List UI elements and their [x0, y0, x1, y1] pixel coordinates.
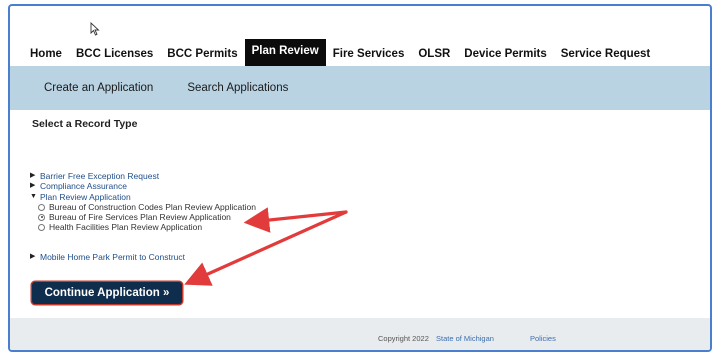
page-title: Select a Record Type [32, 118, 138, 130]
subnav-create-application[interactable]: Create an Application [44, 82, 153, 94]
triangle-right-icon: ▶ [30, 253, 36, 260]
nav-service-request[interactable]: Service Request [554, 42, 658, 66]
option-label: Bureau of Fire Services Plan Review Appl… [49, 212, 231, 223]
continue-application-button[interactable]: Continue Application » [32, 282, 182, 304]
record-link[interactable]: Compliance Assurance [40, 181, 127, 191]
mouse-cursor-icon [90, 22, 100, 36]
record-compliance-assurance[interactable]: ▶ Compliance Assurance [30, 181, 256, 191]
nav-olsr[interactable]: OLSR [411, 42, 457, 66]
sub-nav: Create an Application Search Application… [10, 66, 710, 110]
option-bcc-plan-review[interactable]: Bureau of Construction Codes Plan Review… [30, 202, 256, 212]
nav-device-permits[interactable]: Device Permits [457, 42, 553, 66]
radio-button-selected[interactable] [38, 213, 45, 221]
main-nav: Home BCC Licenses BCC Permits Plan Revie… [10, 39, 658, 66]
record-link[interactable]: Barrier Free Exception Request [40, 171, 159, 181]
footer: Copyright 2022 State of Michigan Policie… [10, 318, 710, 350]
nav-bcc-permits[interactable]: BCC Permits [160, 42, 244, 66]
option-fire-services-plan-review[interactable]: Bureau of Fire Services Plan Review Appl… [30, 212, 256, 222]
nav-plan-review[interactable]: Plan Review [244, 39, 326, 66]
policies-link[interactable]: Policies [530, 334, 556, 343]
triangle-right-icon: ▶ [30, 172, 36, 179]
nav-home[interactable]: Home [10, 42, 69, 66]
copyright-text: Copyright 2022 [378, 334, 429, 343]
option-health-facilities-plan-review[interactable]: Health Facilities Plan Review Applicatio… [30, 222, 256, 232]
option-label: Bureau of Construction Codes Plan Review… [49, 201, 256, 212]
nav-bcc-licenses[interactable]: BCC Licenses [69, 42, 160, 66]
nav-fire-services[interactable]: Fire Services [326, 42, 412, 66]
record-barrier-free[interactable]: ▶ Barrier Free Exception Request [30, 171, 256, 181]
radio-button[interactable] [38, 203, 45, 211]
record-plan-review[interactable]: ▼ Plan Review Application [30, 192, 256, 202]
subnav-search-applications[interactable]: Search Applications [187, 82, 288, 94]
record-type-list: ▶ Barrier Free Exception Request ▶ Compl… [30, 171, 256, 233]
radio-button[interactable] [38, 224, 45, 232]
record-mobile-home[interactable]: ▶ Mobile Home Park Permit to Construct [30, 252, 185, 262]
record-link[interactable]: Plan Review Application [40, 192, 131, 202]
page-frame: Home BCC Licenses BCC Permits Plan Revie… [8, 4, 712, 352]
option-label: Health Facilities Plan Review Applicatio… [49, 222, 203, 233]
state-of-michigan-link[interactable]: State of Michigan [436, 334, 494, 343]
triangle-down-icon: ▼ [30, 192, 37, 200]
record-link[interactable]: Mobile Home Park Permit to Construct [40, 252, 185, 262]
triangle-right-icon: ▶ [30, 182, 36, 190]
